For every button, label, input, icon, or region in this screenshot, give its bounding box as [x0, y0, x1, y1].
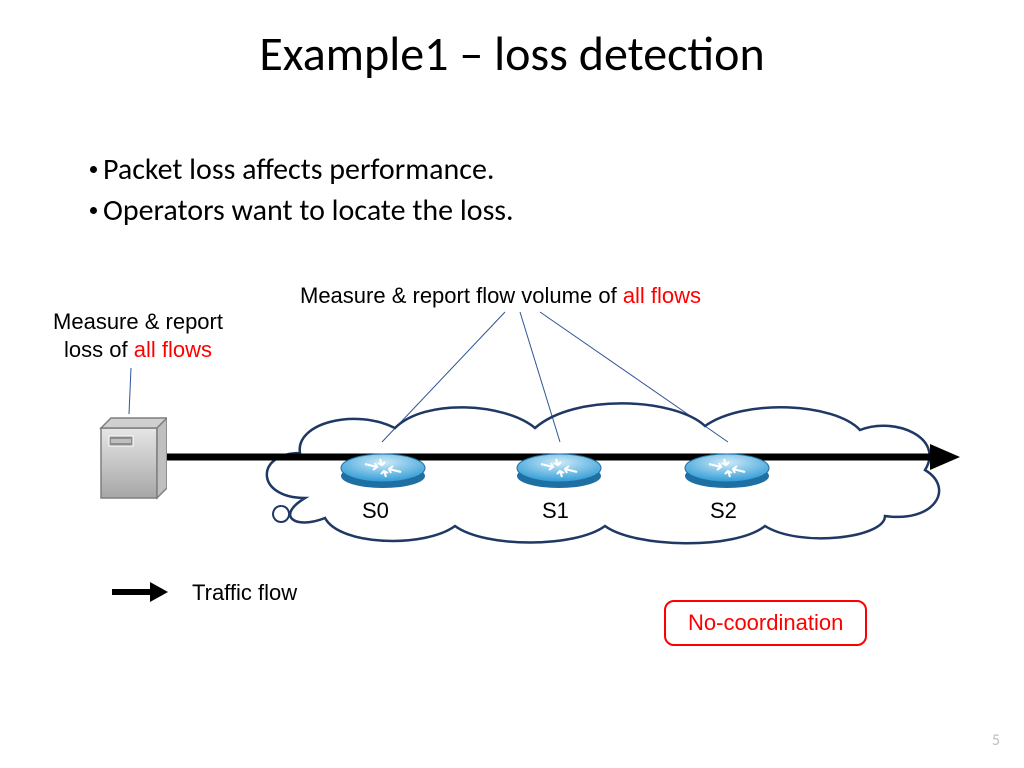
legend-label: Traffic flow: [192, 580, 297, 606]
router-label-s2: S2: [710, 498, 737, 524]
legend-arrow-icon: [110, 580, 170, 604]
router-icon-s0: [338, 446, 428, 490]
callout-lines-routers: [0, 0, 1024, 768]
router-label-s0: S0: [362, 498, 389, 524]
server-icon: [95, 414, 167, 504]
router-label-s1: S1: [542, 498, 569, 524]
page-number: 5: [992, 731, 1000, 750]
no-coordination-badge: No-coordination: [664, 600, 867, 646]
router-icon-s1: [514, 446, 604, 490]
router-icon-s2: [682, 446, 772, 490]
